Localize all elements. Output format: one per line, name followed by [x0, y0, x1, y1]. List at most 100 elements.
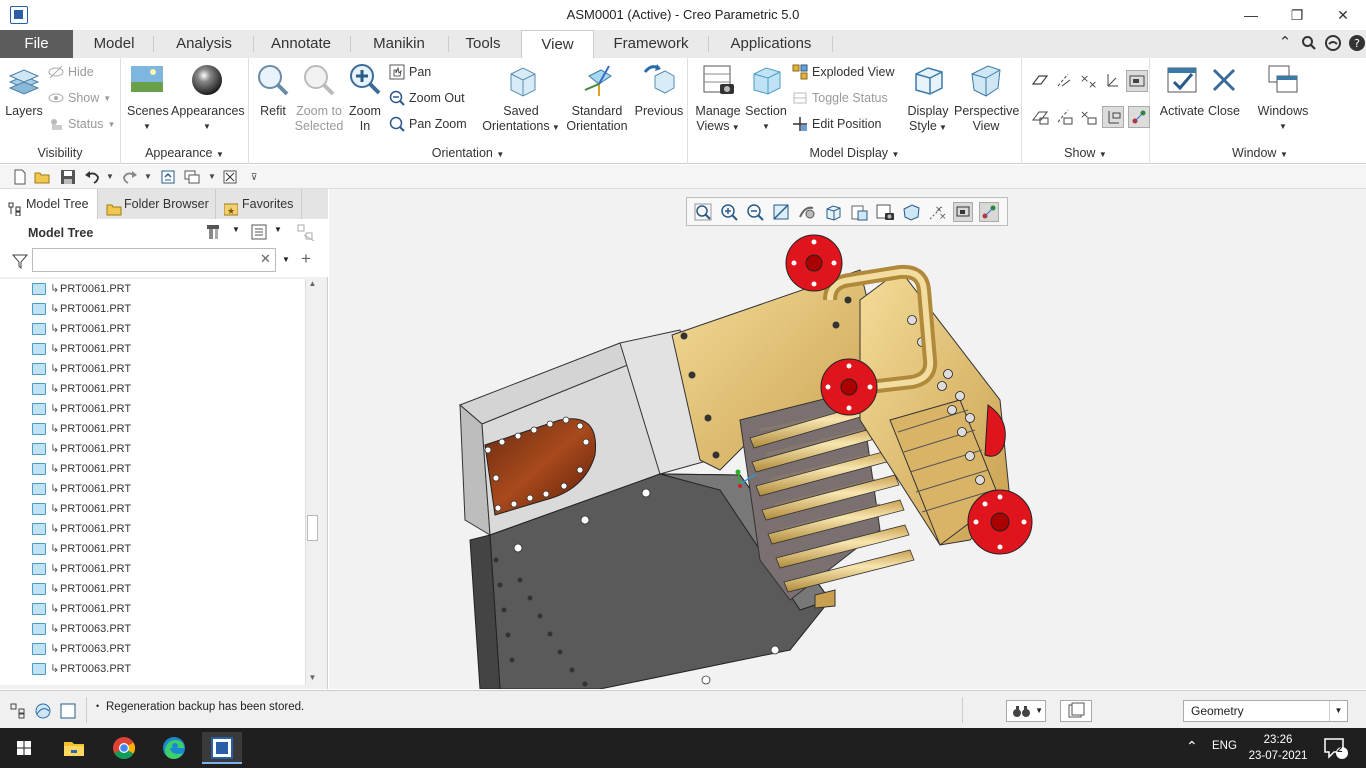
windows-switch-icon[interactable]	[184, 169, 200, 185]
full-screen-icon[interactable]	[60, 703, 76, 722]
refit-button[interactable]: Refit	[255, 62, 291, 119]
clear-search-icon[interactable]: ✕	[260, 251, 271, 267]
search-options-dropdown-icon[interactable]: ▼	[282, 255, 290, 264]
tab-model-tree[interactable]: Model Tree	[0, 189, 98, 219]
point-display-icon[interactable]: × ×	[1078, 70, 1098, 91]
tree-settings-dropdown-icon[interactable]: ▼	[232, 225, 240, 234]
tree-show-icon[interactable]	[250, 223, 268, 244]
display-style-button[interactable]: Display Style ▼	[902, 62, 954, 135]
annotation-display-icon[interactable]	[1126, 70, 1148, 92]
list-item[interactable]: ↳ PRT0061.PRT	[0, 299, 306, 319]
tree-search-input[interactable]	[32, 248, 276, 272]
csys-display-icon[interactable]	[1102, 70, 1122, 90]
tab-manikin[interactable]: Manikin	[356, 30, 442, 58]
regenerate-icon[interactable]	[160, 169, 176, 185]
list-item[interactable]: ↳ PRT0061.PRT	[0, 359, 306, 379]
group-label-show[interactable]: Show ▼	[1022, 146, 1149, 160]
pan-button[interactable]: Pan	[389, 62, 431, 82]
edit-position-button[interactable]: Edit Position	[792, 114, 881, 134]
pan-zoom-button[interactable]: Pan Zoom	[389, 114, 467, 134]
previous-button[interactable]: Previous	[633, 62, 685, 119]
restore-button[interactable]: ❐	[1274, 0, 1320, 30]
list-item[interactable]: ↳ PRT0061.PRT	[0, 379, 306, 399]
filter-funnel-icon[interactable]	[11, 253, 29, 272]
new-file-icon[interactable]	[12, 169, 28, 185]
perspective-view-button[interactable]: Perspective View	[954, 62, 1019, 134]
tab-framework[interactable]: Framework	[600, 30, 702, 58]
axis-tag-icon[interactable]	[1054, 106, 1074, 126]
save-icon[interactable]	[60, 169, 76, 185]
list-item[interactable]: ↳ PRT0061.PRT	[0, 339, 306, 359]
tree-show-dropdown-icon[interactable]: ▼	[274, 225, 282, 234]
list-item[interactable]: ↳ PRT0061.PRT	[0, 319, 306, 339]
file-explorer-icon[interactable]	[54, 732, 94, 764]
close-window-small-icon[interactable]	[222, 169, 238, 185]
zoom-to-selected-button[interactable]: Zoom to Selected	[293, 62, 345, 134]
list-item[interactable]: ↳ PRT0061.PRT	[0, 559, 306, 579]
group-label-window[interactable]: Window ▼	[1150, 146, 1366, 160]
close-window-button[interactable]: Close	[1202, 62, 1246, 119]
tab-analysis[interactable]: Analysis	[160, 30, 248, 58]
zoom-in-button[interactable]: Zoom In	[347, 62, 383, 134]
status-button[interactable]: Status ▼	[48, 114, 115, 134]
command-search-icon[interactable]	[1324, 32, 1342, 54]
zoom-out-button[interactable]: Zoom Out	[389, 88, 465, 108]
list-item[interactable]: ↳ PRT0061.PRT	[0, 599, 306, 619]
graphics-window[interactable]: × ×	[329, 189, 1366, 689]
tab-model[interactable]: Model	[78, 30, 150, 58]
tab-annotate[interactable]: Annotate	[258, 30, 344, 58]
customize-qat-icon[interactable]: ⊽	[246, 169, 262, 185]
redo-dropdown-icon[interactable]: ▼	[140, 169, 156, 185]
help-icon[interactable]: ?	[1348, 32, 1366, 54]
tab-tools[interactable]: Tools	[452, 30, 514, 58]
selection-filter-button[interactable]	[1060, 700, 1092, 722]
list-item[interactable]: ↳ PRT0063.PRT	[0, 659, 306, 679]
group-label-appearance[interactable]: Appearance ▼	[121, 146, 248, 160]
notifications-icon[interactable]: 2	[1322, 736, 1348, 763]
axis-display-icon[interactable]	[1054, 70, 1074, 90]
undo-icon[interactable]	[84, 169, 100, 185]
minimize-button[interactable]: —	[1228, 0, 1274, 30]
list-item[interactable]: ↳ PRT0061.PRT	[0, 279, 306, 299]
tree-settings-tools-icon[interactable]	[206, 223, 226, 244]
tree-scrollbar[interactable]: ▲ ▼	[305, 279, 319, 685]
tab-applications[interactable]: Applications	[716, 30, 826, 58]
list-item[interactable]: ↳ PRT0063.PRT	[0, 619, 306, 639]
list-item[interactable]: ↳ PRT0061.PRT	[0, 399, 306, 419]
standard-orientation-button[interactable]: Standard Orientation	[563, 62, 631, 134]
csys-tag-icon[interactable]	[1102, 106, 1124, 128]
search-icon[interactable]	[1300, 32, 1318, 54]
manage-views-button[interactable]: Manage Views ▼	[692, 62, 744, 135]
list-item[interactable]: ↳ PRT0061.PRT	[0, 459, 306, 479]
tree-filter-disabled-icon[interactable]	[296, 223, 316, 246]
list-item[interactable]: ↳ PRT0061.PRT	[0, 539, 306, 559]
add-filter-icon[interactable]: +	[301, 249, 311, 269]
group-label-model-display[interactable]: Model Display ▼	[688, 146, 1021, 160]
list-item[interactable]: ↳ PRT0061.PRT	[0, 479, 306, 499]
edge-icon[interactable]	[154, 732, 194, 764]
plane-tag-icon[interactable]	[1030, 106, 1050, 126]
creo-taskbar-icon[interactable]	[202, 732, 242, 764]
find-button[interactable]: ▼	[1006, 700, 1046, 722]
scroll-thumb[interactable]	[307, 515, 318, 541]
open-folder-icon[interactable]	[34, 169, 50, 185]
hide-button[interactable]: Hide	[48, 62, 94, 82]
assembly-3d-model[interactable]	[329, 189, 1366, 689]
list-item[interactable]: ↳ PRT0061.PRT	[0, 519, 306, 539]
windows-dropdown-icon[interactable]: ▼	[204, 169, 220, 185]
list-item[interactable]: ↳ PRT0061.PRT	[0, 499, 306, 519]
section-button[interactable]: Section ▼	[744, 62, 788, 134]
list-item[interactable]: ↳ PRT0061.PRT	[0, 419, 306, 439]
language-indicator[interactable]: ENG	[1212, 740, 1237, 752]
tab-folder-browser[interactable]: Folder Browser	[98, 189, 216, 219]
scroll-up-icon[interactable]: ▲	[306, 279, 319, 291]
show-button[interactable]: Show ▼	[48, 88, 111, 108]
tab-view[interactable]: View	[521, 30, 594, 59]
scenes-button[interactable]: Scenes ▼	[127, 62, 169, 134]
plane-display-icon[interactable]	[1030, 70, 1050, 90]
start-button[interactable]	[4, 732, 44, 764]
browser-toggle-icon[interactable]	[34, 702, 52, 723]
undo-dropdown-icon[interactable]: ▼	[102, 169, 118, 185]
close-button[interactable]: ✕	[1320, 0, 1366, 30]
windows-button[interactable]: Windows ▼	[1256, 62, 1310, 134]
